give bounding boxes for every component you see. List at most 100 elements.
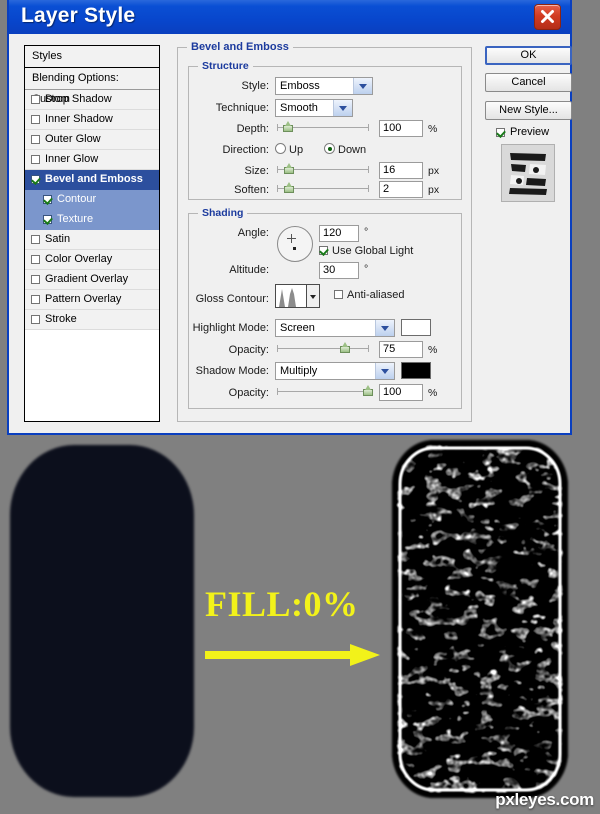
bevel-and-emboss-group: Bevel and Emboss Structure Style: Emboss… xyxy=(177,41,472,422)
technique-select[interactable]: Smooth xyxy=(275,99,353,117)
list-item-label: Gradient Overlay xyxy=(45,273,129,285)
cancel-button[interactable]: Cancel xyxy=(485,73,572,92)
screenshot-root: Styles Blending Options: Custom Drop Sha… xyxy=(0,0,600,814)
highlight-color-swatch[interactable] xyxy=(401,319,431,336)
chevron-down-icon[interactable] xyxy=(375,363,394,379)
shadow-opacity-unit: % xyxy=(428,387,438,399)
list-item[interactable]: Color Overlay xyxy=(25,250,159,270)
list-item[interactable]: Stroke xyxy=(25,310,159,330)
chevron-down-icon[interactable] xyxy=(333,100,352,116)
checkbox-satin[interactable] xyxy=(31,235,40,244)
list-item-label: Outer Glow xyxy=(45,133,101,145)
slider-knob[interactable] xyxy=(283,163,295,175)
highlight-opacity-value[interactable]: 75 xyxy=(379,341,423,358)
preview-checkbox-row[interactable]: Preview xyxy=(496,126,549,138)
close-button[interactable] xyxy=(534,4,561,30)
checkbox-inner-glow[interactable] xyxy=(31,155,40,164)
style-select[interactable]: Emboss xyxy=(275,77,373,95)
chevron-down-icon[interactable] xyxy=(353,78,372,94)
checkbox-stroke[interactable] xyxy=(31,315,40,324)
angle-value[interactable]: 120 xyxy=(319,225,359,242)
checkbox-gradient-overlay[interactable] xyxy=(31,275,40,284)
list-item[interactable]: Drop Shadow xyxy=(25,90,159,110)
ok-button[interactable]: OK xyxy=(485,46,572,65)
checkbox-bevel-and-emboss[interactable] xyxy=(31,175,40,184)
checkbox-outer-glow[interactable] xyxy=(31,135,40,144)
checkbox-preview[interactable] xyxy=(496,127,505,137)
checkbox-pattern-overlay[interactable] xyxy=(31,295,40,304)
angle-dial-indicator xyxy=(293,247,296,250)
angle-dial[interactable] xyxy=(277,226,313,262)
blending-options-row[interactable]: Blending Options: Custom xyxy=(25,68,159,105)
shading-group: Shading Angle: 120 ° Use Global Light Al… xyxy=(188,207,462,409)
checkbox-anti-aliased[interactable] xyxy=(334,290,343,299)
close-icon xyxy=(541,10,554,23)
soften-unit: px xyxy=(428,184,440,196)
structure-title: Structure xyxy=(198,60,253,72)
highlight-mode-select[interactable]: Screen xyxy=(275,319,395,337)
list-item-contour[interactable]: Contour xyxy=(25,190,159,210)
checkbox-color-overlay[interactable] xyxy=(31,255,40,264)
direction-up-label: Up xyxy=(289,144,304,156)
depth-unit: % xyxy=(428,123,438,135)
depth-slider[interactable] xyxy=(277,121,369,134)
crosshair-icon xyxy=(287,234,296,243)
radio-direction-up[interactable] xyxy=(275,143,286,154)
technique-label: Technique: xyxy=(215,102,269,114)
highlight-mode-value: Screen xyxy=(280,322,315,334)
checkbox-use-global-light[interactable] xyxy=(319,246,328,255)
checkbox-drop-shadow[interactable] xyxy=(31,95,40,104)
gloss-contour-dropdown[interactable] xyxy=(307,284,320,308)
shadow-opacity-value[interactable]: 100 xyxy=(379,384,423,401)
list-item-label: Pattern Overlay xyxy=(45,293,122,305)
checkbox-inner-shadow[interactable] xyxy=(31,115,40,124)
list-item[interactable]: Satin xyxy=(25,230,159,250)
window-title: Layer Style xyxy=(21,4,136,27)
slider-knob[interactable] xyxy=(283,182,295,194)
gloss-contour-preview[interactable] xyxy=(275,284,307,308)
altitude-value[interactable]: 30 xyxy=(319,262,359,279)
new-style-button[interactable]: New Style... xyxy=(485,101,572,120)
shadow-opacity-slider[interactable] xyxy=(277,385,374,398)
soften-value[interactable]: 2 xyxy=(379,181,423,198)
slider-knob[interactable] xyxy=(363,385,374,397)
arrow-right-icon xyxy=(205,644,380,666)
slider-track xyxy=(277,345,369,352)
dialog-titlebar[interactable]: Layer Style xyxy=(7,0,572,34)
fill-annotation-text: FILL:0% xyxy=(205,584,359,624)
shape-filled-rounded-rect xyxy=(10,445,194,797)
preview-thumbnail xyxy=(501,144,555,202)
shading-title: Shading xyxy=(198,207,248,219)
arrow-annotation xyxy=(205,644,380,666)
styles-list[interactable]: Styles Blending Options: Custom Drop Sha… xyxy=(24,45,160,422)
highlight-opacity-slider[interactable] xyxy=(277,342,369,355)
styles-list-header: Styles xyxy=(25,46,159,68)
slider-knob[interactable] xyxy=(340,342,351,354)
radio-direction-down[interactable] xyxy=(324,143,335,154)
size-value[interactable]: 16 xyxy=(379,162,423,179)
depth-value[interactable]: 100 xyxy=(379,120,423,137)
style-label: Style: xyxy=(241,80,269,92)
list-item-label: Texture xyxy=(57,213,94,225)
slider-knob[interactable] xyxy=(283,121,294,133)
list-item[interactable]: Inner Glow xyxy=(25,150,159,170)
list-item-bevel-and-emboss[interactable]: Bevel and Emboss xyxy=(25,170,159,190)
list-item[interactable]: Outer Glow xyxy=(25,130,159,150)
list-item-label: Stroke xyxy=(45,313,77,325)
shadow-mode-select[interactable]: Multiply xyxy=(275,362,395,380)
size-slider[interactable] xyxy=(277,163,369,176)
shadow-color-swatch[interactable] xyxy=(401,362,431,379)
checkbox-texture[interactable] xyxy=(43,215,52,224)
chevron-down-icon[interactable] xyxy=(375,320,394,336)
list-item-texture[interactable]: Texture xyxy=(25,210,159,230)
watermark: pxleyes.com xyxy=(495,790,594,809)
list-item[interactable]: Inner Shadow xyxy=(25,110,159,130)
soften-slider[interactable] xyxy=(277,182,369,195)
list-item-label: Inner Shadow xyxy=(45,113,113,125)
bevel-and-emboss-title: Bevel and Emboss xyxy=(187,41,293,53)
checkbox-contour[interactable] xyxy=(43,195,52,204)
altitude-label: Altitude: xyxy=(229,264,269,276)
list-item-label: Bevel and Emboss xyxy=(45,173,143,185)
list-item[interactable]: Gradient Overlay xyxy=(25,270,159,290)
list-item[interactable]: Pattern Overlay xyxy=(25,290,159,310)
